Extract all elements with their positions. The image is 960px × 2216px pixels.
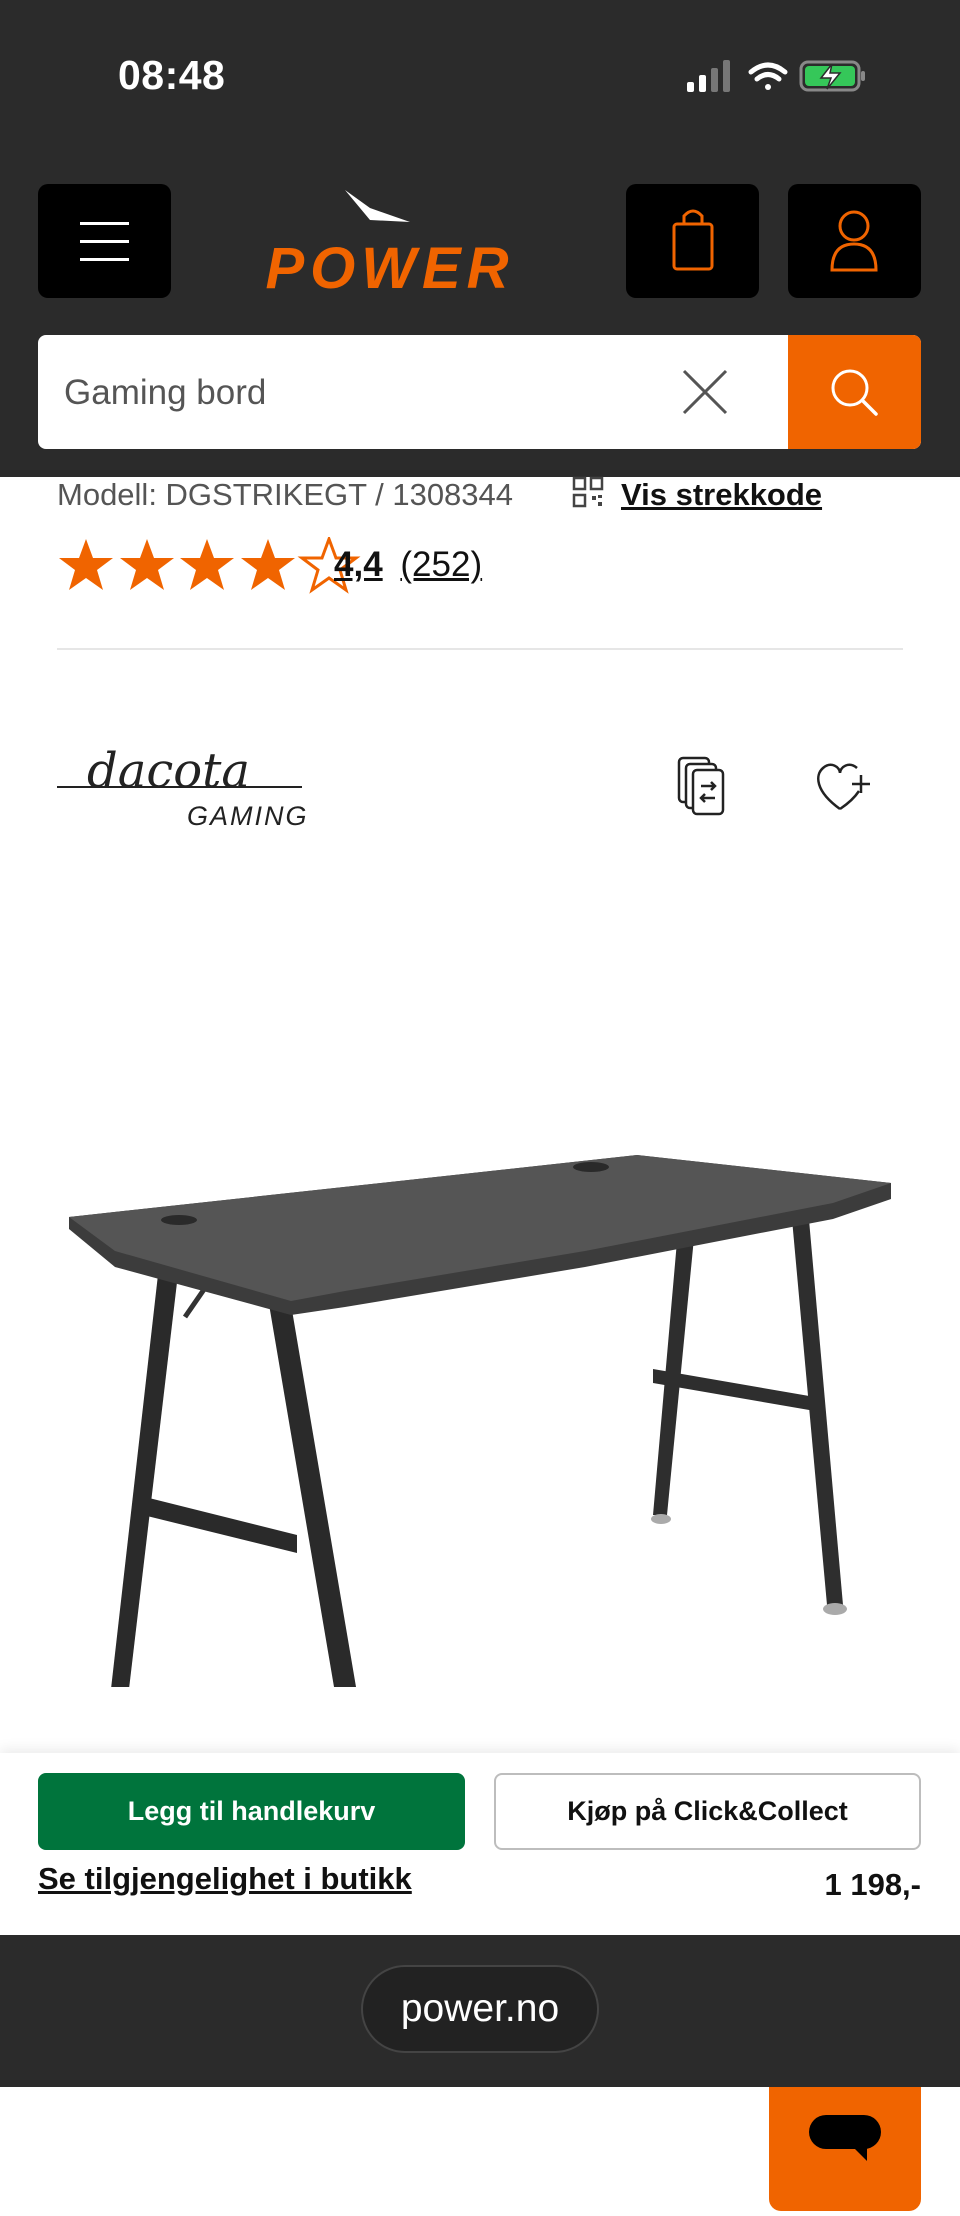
star-icon [241, 539, 295, 590]
search-icon [831, 369, 878, 416]
qr-code-icon[interactable] [571, 475, 605, 517]
star-icon [59, 539, 113, 590]
star-rating[interactable] [57, 537, 367, 607]
url-bar[interactable]: power.no [361, 1965, 599, 2053]
star-icon [120, 539, 174, 590]
search-button[interactable] [788, 335, 921, 449]
brand-sub: GAMING [187, 801, 309, 831]
status-icons [685, 56, 875, 101]
cart-button[interactable] [626, 184, 759, 298]
compare-icon[interactable] [673, 752, 733, 822]
shopping-bag-icon [672, 209, 714, 271]
user-icon [830, 210, 878, 272]
brand-logo[interactable]: dacota GAMING [57, 743, 317, 845]
add-to-cart-button[interactable]: Legg til handlekurv [38, 1773, 465, 1850]
browser-bar: power.no [0, 1935, 960, 2087]
review-count: (252) [400, 545, 483, 584]
power-logo[interactable]: POWER [210, 186, 570, 301]
battery-charging-icon [799, 60, 865, 92]
status-time: 08:48 [118, 52, 226, 98]
show-barcode-link[interactable]: Vis strekkode [621, 477, 822, 513]
product-image[interactable] [55, 967, 905, 1787]
divider [57, 648, 903, 650]
store-availability-link[interactable]: Se tilgjengelighet i butikk [38, 1861, 412, 1897]
signal-icon [687, 60, 730, 92]
model-row: Modell: DGSTRIKEGT / 1308344 Vis strekko… [57, 475, 917, 517]
add-to-wishlist-icon[interactable] [813, 757, 875, 817]
product-price: 1 198,- [824, 1867, 921, 1902]
site-header: POWER [0, 160, 960, 477]
close-icon [682, 369, 728, 415]
menu-button[interactable] [38, 184, 171, 298]
buy-bar: Legg til handlekurv Kjøp på Click&Collec… [0, 1753, 960, 1935]
rating-score: 4,4 [334, 545, 383, 584]
hamburger-icon [80, 222, 129, 261]
model-number: Modell: DGSTRIKEGT / 1308344 [57, 477, 514, 512]
clear-search-button[interactable] [678, 365, 732, 419]
logo-text: POWER [265, 236, 514, 296]
status-bar: 08:48 [0, 0, 960, 160]
search-bar [38, 335, 921, 449]
search-input[interactable] [62, 335, 666, 449]
account-button[interactable] [788, 184, 921, 298]
star-icon [180, 539, 234, 590]
brand-name: dacota [87, 745, 250, 799]
rating-summary[interactable]: 4,4 (252) [334, 545, 482, 585]
wifi-icon [748, 62, 788, 90]
click-collect-button[interactable]: Kjøp på Click&Collect [494, 1773, 921, 1850]
